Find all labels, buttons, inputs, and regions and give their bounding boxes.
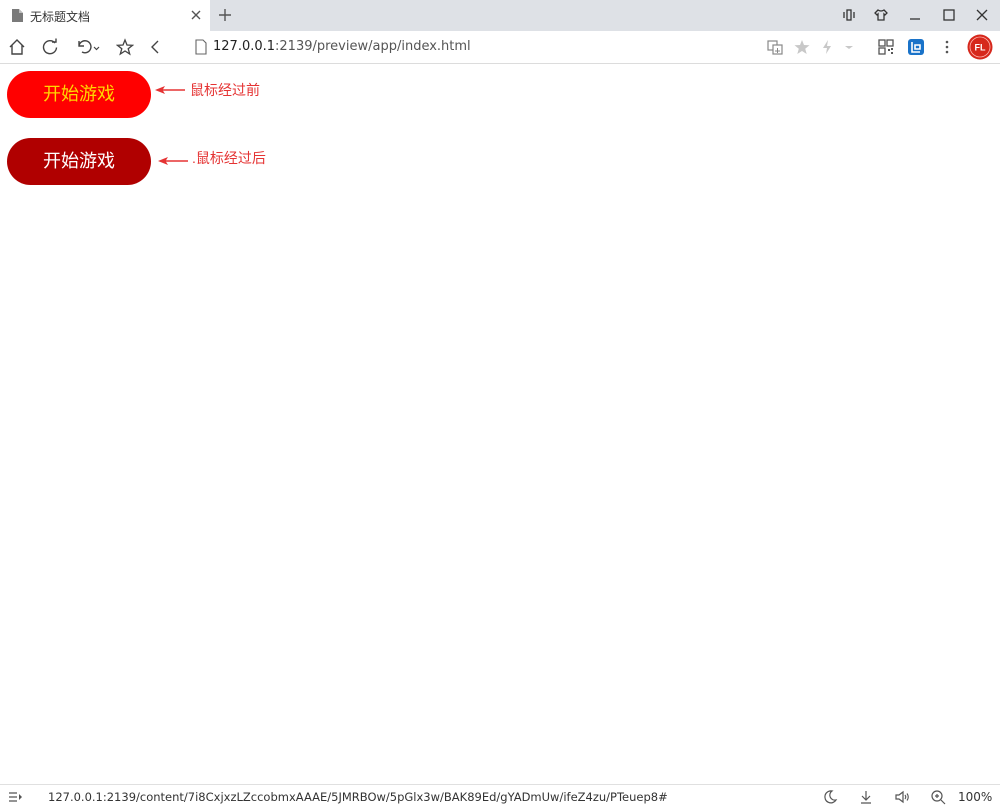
status-bar: 127.0.0.1:2139/content/7i8CxjxzLZccobmxA… [0, 784, 1000, 809]
translate-icon[interactable] [766, 38, 784, 56]
download-icon[interactable] [858, 789, 874, 805]
back-icon[interactable] [146, 38, 164, 56]
browser-toolbar: 127.0.0.1:2139/preview/app/index.html FL [0, 31, 1000, 64]
page-content: 开始游戏 鼠标经过前 开始游戏 .鼠标经过后 [0, 64, 1000, 784]
favorite-star-icon[interactable] [116, 38, 134, 56]
refresh-icon[interactable] [41, 38, 59, 56]
night-mode-icon[interactable] [822, 789, 838, 805]
profile-avatar-icon[interactable]: FL [967, 34, 993, 60]
zoom-level[interactable]: 100% [958, 790, 992, 804]
url-path: :2139/preview/app/index.html [275, 39, 471, 54]
new-tab-icon[interactable] [216, 6, 234, 24]
menu-more-icon[interactable] [938, 38, 956, 56]
browser-tab[interactable]: 无标题文档 [0, 0, 210, 31]
bookmark-star-icon[interactable] [793, 38, 811, 56]
title-bar: 无标题文档 [0, 0, 1000, 31]
url-host: 127.0.0.1 [213, 39, 276, 54]
address-bar[interactable]: 127.0.0.1:2139/preview/app/index.html [213, 39, 471, 54]
status-url: 127.0.0.1:2139/content/7i8CxjxzLZccobmxA… [48, 790, 668, 804]
vibrate-mode-icon[interactable] [841, 7, 857, 23]
close-tab-icon[interactable] [188, 7, 204, 23]
start-game-button-before-hover[interactable]: 开始游戏 [7, 71, 151, 118]
tab-title: 无标题文档 [30, 10, 91, 24]
start-game-button-after-hover[interactable]: 开始游戏 [7, 138, 151, 185]
qr-code-icon[interactable] [877, 38, 895, 56]
home-icon[interactable] [8, 38, 26, 56]
profile-avatar-text: FL [975, 43, 986, 53]
skin-shirt-icon[interactable] [873, 7, 889, 23]
page-icon [195, 39, 207, 55]
undo-dropdown-icon[interactable] [75, 38, 101, 56]
sidebar-toggle-icon[interactable] [7, 789, 23, 805]
left-arrow-icon [158, 157, 188, 165]
lightning-icon[interactable] [818, 38, 836, 56]
volume-icon[interactable] [894, 789, 910, 805]
annotation-after-hover: .鼠标经过后 [192, 150, 266, 166]
annotation-before-hover: 鼠标经过前 [190, 82, 260, 98]
extension-icon[interactable] [907, 38, 925, 56]
close-window-icon[interactable] [974, 7, 990, 23]
minimize-icon[interactable] [907, 7, 923, 23]
document-icon [12, 9, 23, 22]
zoom-in-icon[interactable] [930, 789, 946, 805]
maximize-icon[interactable] [941, 7, 957, 23]
left-arrow-icon [155, 86, 185, 94]
chevron-down-icon[interactable] [840, 38, 858, 56]
